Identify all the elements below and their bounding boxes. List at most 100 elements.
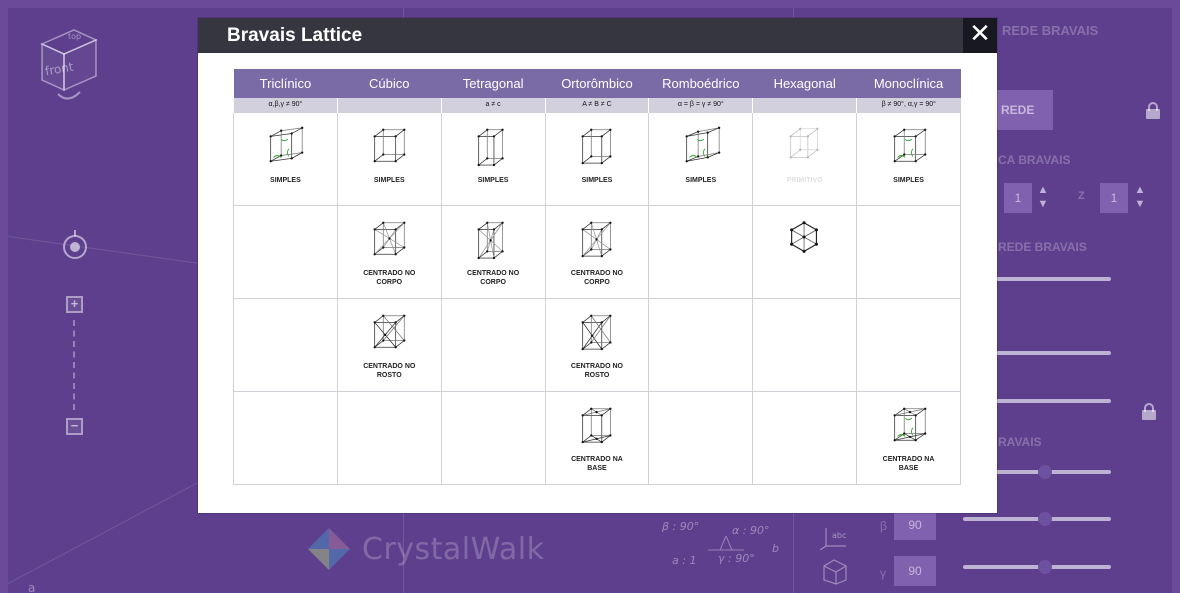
lattice-cell[interactable]: CENTRADO NA BASE [856,390,961,485]
lattice-cell [233,204,338,299]
close-button[interactable]: ✕ [963,18,997,53]
lattice-name: SIMPLES [270,176,301,184]
lattice-cell [752,297,858,392]
step-stepper[interactable]: ▲ ▼ [1036,183,1050,213]
table-row: CENTRADO NA BASE CENTRADO NA BASE [233,390,961,485]
lattice-cell[interactable]: CENTRADO NA BASE [544,390,650,485]
lattice-name: CENTRADO NO ROSTO [363,362,416,379]
unit-cell-icon[interactable] [820,556,850,586]
lattice-cell[interactable]: CENTRADO NO CORPO [336,204,442,299]
hexagonal-primitive-icon [789,127,819,159]
table-row: CENTRADO NO ROSTO CENTRADO NO ROSTO [233,297,961,392]
lock-icon[interactable] [1142,403,1156,420]
section-label-ravais: RAVAIS [998,435,1042,449]
column-header: Tetragonal [441,69,546,98]
column-header: Triclínico [233,69,338,98]
crystalwalk-logo-icon [308,528,350,570]
orthorhombic-body-centered-icon [581,221,612,257]
lattice-cell[interactable]: CENTRADO NO ROSTO [336,297,442,392]
cubic-face-centered-icon [373,314,406,348]
lattice-cell [856,297,961,392]
column-condition: β ≠ 90°, α,γ = 90° [856,98,961,112]
lattice-name: PRIMITIVO [786,176,823,184]
monoclinic-base-centered-icon [893,407,926,441]
orbit-icon[interactable] [58,230,92,260]
lattice-name: CENTRADO NO CORPO [570,269,624,286]
gamma-value-box[interactable]: 90 [894,556,936,586]
cube-top-label: top [68,32,82,41]
lock-icon[interactable] [1146,102,1160,119]
lattice-cell [648,297,754,392]
corner-axis-label: a [28,581,36,593]
condition-row: α,β,γ ≠ 90° a ≠ cA ≠ B ≠ Cα = β = γ ≠ 90°… [233,98,961,112]
logo-text: CrystalWalk [362,531,545,567]
lattice-name: CENTRADO NO ROSTO [570,362,624,379]
slider-gamma[interactable] [963,560,1111,574]
tetragonal-body-centered-icon [477,221,504,259]
column-header: Hexagonal [752,69,857,98]
table-row: SIMPLES SIMPLES SIMPLES SIMPLES SIMPLES PRIMI… [233,111,961,206]
lattice-name: CENTRADO NO CORPO [467,269,520,286]
lattice-cell [336,390,442,485]
view-cube[interactable]: front top [34,22,104,102]
lattice-cell [440,390,546,485]
lattice-cell[interactable]: CENTRADO NO CORPO [544,204,650,299]
lattice-cell [752,390,858,485]
lattice-cell[interactable]: SIMPLES [233,111,338,206]
right-panel-heading: REDE BRAVAIS [1002,23,1099,38]
rede-button[interactable]: REDE [993,90,1053,130]
lattice-cell[interactable]: SIMPLES [856,111,961,206]
lattice-cell[interactable]: CENTRADO NO ROSTO [544,297,650,392]
lattice-cell[interactable]: PRIMITIVO [752,111,858,206]
lattice-cell[interactable] [752,204,858,299]
bravais-lattice-table: Triclínico Cúbico Tetragonal Ortorômbico Rom… [233,69,961,485]
svg-text:abc: abc [832,531,846,540]
column-condition: a ≠ c [440,98,546,112]
lattice-cell[interactable]: SIMPLES [336,111,442,206]
lattice-cell[interactable]: SIMPLES [648,111,754,206]
table-header-row: Triclínico Cúbico Tetragonal Ortorômbico Rom… [233,69,961,98]
rhombohedral-icon [685,126,721,162]
orthorhombic-simple-icon [581,128,612,164]
column-header: Monoclínica [856,69,961,98]
tetragonal-simple-icon [477,128,504,166]
beta-angle-readout: β : 90° [662,520,700,533]
zoom-out-button[interactable]: − [66,418,83,435]
column-header: Romboédrico [648,69,753,98]
table-row: CENTRADO NO CORPO CENTRADO NO CORPO CENTRA… [233,204,961,299]
column-condition: α = β = γ ≠ 90° [648,98,753,112]
column-condition [336,98,442,112]
triclinic-lattice-icon [269,126,304,162]
zoom-track[interactable] [73,320,76,410]
zoom-in-button[interactable]: + [66,296,83,313]
a-axis-readout: a : 1 [672,554,697,567]
lattice-name: SIMPLES [373,176,405,184]
axis-line [8,236,207,265]
z-value-box[interactable]: 1 [1100,183,1128,213]
angle-axes-icon [708,535,744,551]
orthorhombic-face-centered-icon [581,314,612,350]
section-label-bravais: CA BRAVAIS [998,153,1071,167]
abc-axes-icon[interactable]: abc [820,520,850,550]
modal-title: Bravais Lattice [227,24,363,46]
column-header: Cúbico [337,69,442,98]
lattice-name: SIMPLES [685,176,717,184]
monoclinic-simple-icon [893,128,926,162]
orthorhombic-base-centered-icon [581,407,612,443]
lattice-name: CENTRADO NA BASE [571,455,623,472]
lattice-cell[interactable]: CENTRADO NO CORPO [440,204,546,299]
step-value-box[interactable]: 1 [1004,183,1032,213]
lattice-name: SIMPLES [581,176,613,184]
lattice-cell[interactable]: SIMPLES [544,111,650,206]
lattice-cell [233,297,338,392]
modal-header: Bravais Lattice ✕ [198,18,997,53]
lattice-cell[interactable]: SIMPLES [440,111,546,206]
b-axis-readout: b [772,542,779,555]
lattice-name: CENTRADO NO CORPO [363,269,416,286]
beta-value-box[interactable]: 90 [894,510,936,540]
gamma-label: γ [880,566,886,580]
hexagonal-prism-icon [789,220,818,253]
lattice-cell [648,204,754,299]
z-stepper[interactable]: ▲ ▼ [1133,183,1147,213]
slider-beta[interactable] [963,512,1111,526]
